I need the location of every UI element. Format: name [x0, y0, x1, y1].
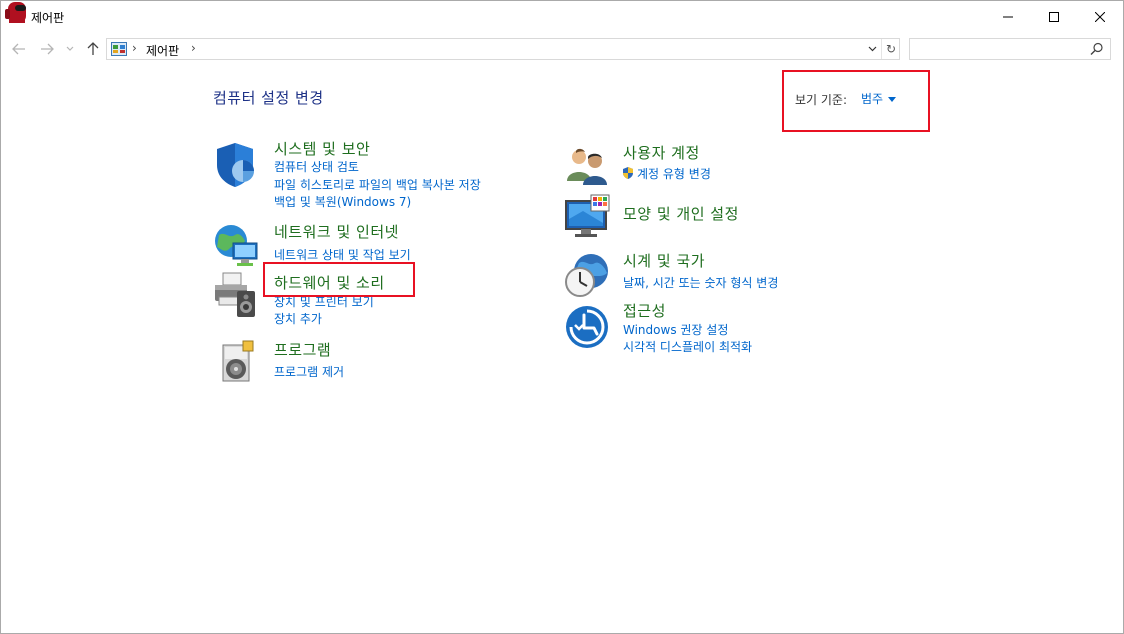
category-link[interactable]: 날짜, 시간 또는 숫자 형식 변경 — [623, 274, 778, 291]
clock-globe-icon[interactable] — [563, 251, 611, 299]
category-link[interactable]: 시각적 디스플레이 최적화 — [623, 338, 752, 355]
page-heading: 컴퓨터 설정 변경 — [213, 89, 324, 107]
category-system-security: 시스템 및 보안 컴퓨터 상태 검토 파일 히스토리로 파일의 백업 복사본 저… — [213, 138, 533, 211]
view-by-label: 보기 기준: — [795, 93, 848, 107]
printer-speaker-icon[interactable] — [213, 271, 261, 319]
window-title: 제어판 — [31, 11, 65, 25]
category-title[interactable]: 모양 및 개인 설정 — [623, 203, 739, 224]
uac-shield-icon — [623, 167, 633, 179]
close-button[interactable] — [1077, 1, 1123, 32]
category-link[interactable]: Windows 권장 설정 — [623, 321, 728, 338]
category-programs: 프로그램 프로그램 제거 — [213, 339, 533, 387]
maximize-icon — [1049, 11, 1059, 22]
category-link[interactable]: 프로그램 제거 — [274, 363, 344, 380]
chevron-down-icon — [868, 46, 876, 52]
up-arrow-icon — [87, 42, 99, 55]
category-link[interactable]: 장치 및 프린터 보기 — [274, 293, 374, 310]
category-title[interactable]: 프로그램 — [274, 339, 331, 360]
search-icon — [1090, 42, 1103, 55]
category-title[interactable]: 네트워크 및 인터넷 — [274, 221, 399, 242]
view-by-dropdown[interactable]: 범주 — [861, 90, 897, 107]
close-icon — [1095, 11, 1105, 22]
category-clock-region: 시계 및 국가 날짜, 시간 또는 숫자 형식 변경 — [563, 251, 883, 299]
chevron-down-icon — [66, 46, 74, 51]
category-link[interactable]: 네트워크 상태 및 작업 보기 — [274, 246, 411, 263]
user-accounts-icon[interactable] — [563, 143, 611, 191]
breadcrumb-separator[interactable]: › — [191, 41, 196, 55]
category-ease-of-access: 접근성 Windows 권장 설정 시각적 디스플레이 최적화 — [563, 300, 883, 355]
category-user-accounts: 사용자 계정 계정 유형 변경 — [563, 143, 883, 191]
category-link[interactable]: 백업 및 복원(Windows 7) — [274, 193, 411, 210]
category-link[interactable]: 컴퓨터 상태 검토 — [274, 158, 359, 175]
back-button[interactable] — [9, 39, 29, 59]
highlighted-category-title[interactable]: 하드웨어 및 소리 — [274, 272, 385, 293]
recent-locations-button[interactable] — [63, 39, 77, 59]
caret-down-icon[interactable] — [888, 96, 897, 102]
search-box[interactable] — [909, 38, 1111, 60]
address-dropdown-button[interactable] — [865, 42, 879, 56]
address-bar[interactable]: › 제어판 › ↻ — [106, 38, 900, 60]
category-link-text[interactable]: 계정 유형 변경 — [637, 167, 711, 181]
back-arrow-icon — [12, 43, 25, 55]
category-link[interactable]: 파일 히스토리로 파일의 백업 복사본 저장 — [274, 176, 481, 193]
minimize-button[interactable] — [985, 1, 1031, 32]
category-network-internet: 네트워크 및 인터넷 네트워크 상태 및 작업 보기 — [213, 221, 533, 266]
program-disc-icon[interactable] — [213, 339, 261, 387]
category-title[interactable]: 사용자 계정 — [623, 142, 700, 163]
category-title[interactable]: 시계 및 국가 — [623, 250, 705, 271]
among-us-app-icon — [5, 2, 26, 23]
maximize-button[interactable] — [1031, 1, 1077, 32]
control-panel-icon — [111, 42, 127, 56]
category-link[interactable]: 장치 추가 — [274, 310, 322, 327]
title-bar[interactable]: 제어판 — [1, 1, 1123, 32]
up-button[interactable] — [83, 39, 103, 59]
breadcrumb-control-panel[interactable]: 제어판 — [146, 42, 179, 59]
view-by-value[interactable]: 범주 — [861, 90, 883, 107]
security-shield-icon[interactable] — [213, 141, 261, 189]
search-input[interactable] — [914, 41, 1084, 57]
category-link[interactable]: 계정 유형 변경 — [621, 165, 711, 182]
breadcrumb-separator[interactable]: › — [132, 41, 137, 55]
forward-arrow-icon — [41, 43, 54, 55]
appearance-monitor-icon[interactable] — [563, 193, 611, 241]
forward-button[interactable] — [37, 39, 57, 59]
navigation-bar: › 제어판 › ↻ — [1, 35, 1123, 63]
control-panel-window: 제어판 › 제어판 › ↻ 컴퓨터 설정 변경 보기 기준: 범주 시스템 및 … — [0, 0, 1124, 634]
network-globe-icon[interactable] — [213, 221, 261, 269]
category-title[interactable]: 접근성 — [623, 300, 666, 321]
category-title[interactable]: 시스템 및 보안 — [274, 138, 370, 159]
refresh-button[interactable]: ↻ — [881, 39, 900, 59]
category-appearance: 모양 및 개인 설정 — [563, 193, 883, 241]
accessibility-icon[interactable] — [563, 301, 611, 349]
minimize-icon — [1003, 16, 1013, 17]
